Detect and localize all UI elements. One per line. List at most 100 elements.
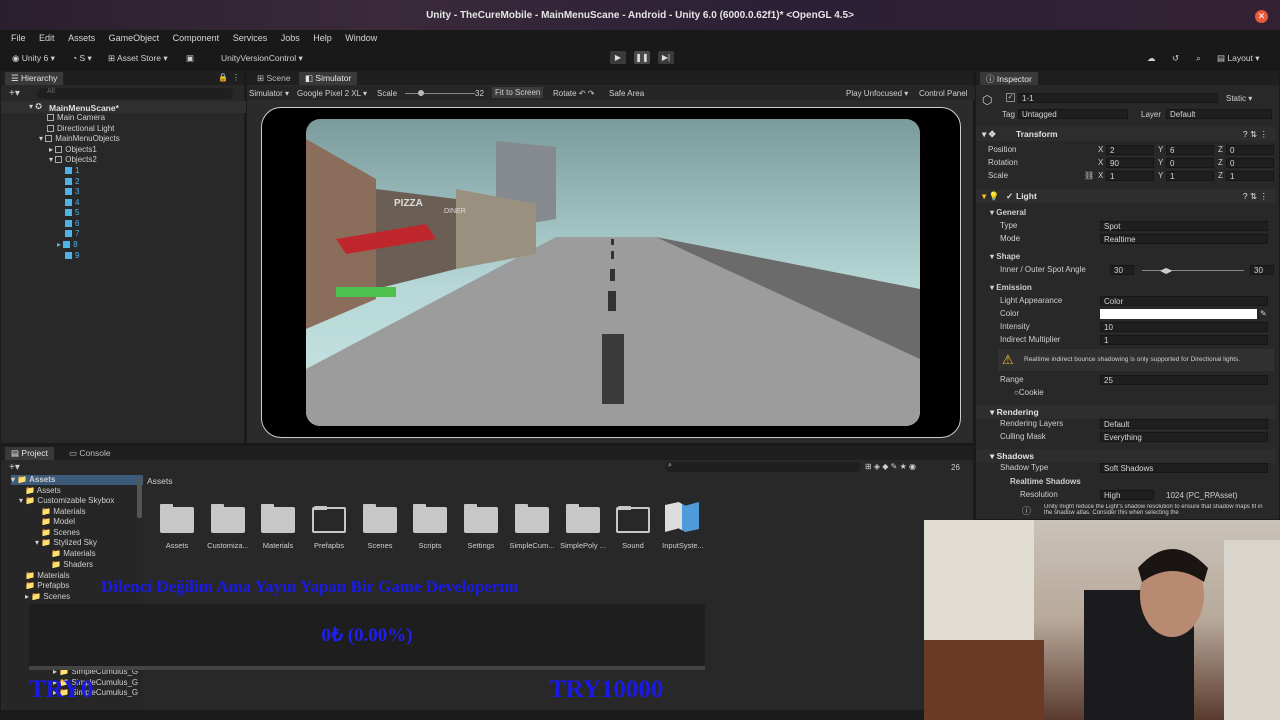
position-x-field[interactable]: 2: [1106, 145, 1154, 155]
breadcrumb[interactable]: Assets: [147, 476, 173, 486]
outer-angle-field[interactable]: 30: [1250, 265, 1274, 275]
search-icon[interactable]: ⌕: [1196, 53, 1201, 64]
scale-y-field[interactable]: 1: [1166, 171, 1214, 181]
menu-gameobject[interactable]: GameObject: [109, 33, 160, 43]
lock-icon[interactable]: 🔒: [218, 73, 228, 82]
tree-item[interactable]: 📁 Scenes: [41, 528, 80, 538]
tree-item[interactable]: ▾ 📁 Stylized Sky: [35, 538, 97, 548]
culling-dropdown[interactable]: Everything: [1100, 432, 1268, 442]
resolution-dropdown[interactable]: High: [1100, 490, 1154, 500]
play-button[interactable]: ▶: [610, 51, 626, 64]
hierarchy-item[interactable]: Directional Light: [47, 124, 114, 134]
range-field[interactable]: 25: [1100, 375, 1268, 385]
object-name-field[interactable]: 1-1: [1018, 93, 1218, 103]
layer-dropdown[interactable]: Default: [1166, 109, 1272, 119]
hierarchy-item[interactable]: 9: [65, 251, 79, 261]
hierarchy-item[interactable]: ▸ 8: [57, 240, 78, 250]
folder-icon[interactable]: [464, 504, 498, 533]
play-mode-dropdown[interactable]: Play Unfocused ▾: [846, 89, 908, 98]
rendering-section[interactable]: ▾ Rendering: [976, 405, 1276, 419]
mode-dropdown[interactable]: Realtime: [1100, 234, 1268, 244]
add-icon[interactable]: +▾: [9, 88, 20, 99]
angle-slider-handle[interactable]: ◀▶: [1160, 266, 1172, 275]
folder-icon[interactable]: [261, 504, 295, 533]
light-header[interactable]: ▾ 💡 ✓ Light ? ⇅ ⋮: [976, 189, 1276, 203]
folder-icon[interactable]: [515, 504, 549, 533]
menu-window[interactable]: Window: [345, 33, 377, 43]
static-toggle[interactable]: Static ▾: [1226, 94, 1252, 103]
hierarchy-item[interactable]: Main Camera: [47, 113, 105, 123]
rotation-y-field[interactable]: 0: [1166, 158, 1214, 168]
component-menu-icon[interactable]: ? ⇅ ⋮: [1243, 129, 1268, 140]
hierarchy-item[interactable]: 3: [65, 187, 79, 197]
tree-item[interactable]: 📁 Materials: [51, 549, 96, 559]
save-icon[interactable]: ▣: [186, 53, 194, 64]
active-checkbox[interactable]: ✓: [1006, 93, 1015, 102]
tab-console[interactable]: ▭ Console: [63, 447, 117, 460]
folder-icon[interactable]: [566, 504, 600, 533]
step-button[interactable]: ▶|: [658, 51, 674, 64]
shadows-section[interactable]: ▾ Shadows: [976, 449, 1276, 463]
folder-icon[interactable]: [211, 504, 245, 533]
folder-icon[interactable]: [160, 504, 194, 533]
cloud-icon[interactable]: ☁: [1147, 53, 1156, 64]
folder-icon[interactable]: [616, 506, 650, 533]
tab-hierarchy[interactable]: ☰ Hierarchy: [5, 72, 64, 85]
hierarchy-item[interactable]: 1: [65, 166, 79, 176]
tree-item[interactable]: ▾ 📁 Assets: [11, 475, 143, 485]
hierarchy-item[interactable]: 6: [65, 219, 79, 229]
tree-item[interactable]: 📁 Prefapbs: [25, 581, 69, 591]
menu-jobs[interactable]: Jobs: [281, 33, 300, 43]
hierarchy-item[interactable]: ▸ Objects1: [49, 145, 97, 155]
tree-item[interactable]: 📁 Model: [41, 517, 75, 527]
general-section[interactable]: ▾ General: [976, 208, 1276, 220]
scale-x-field[interactable]: 1: [1106, 171, 1154, 181]
tab-simulator[interactable]: ◧ Simulator: [299, 72, 358, 85]
rotation-z-field[interactable]: 0: [1226, 158, 1274, 168]
menu-component[interactable]: Component: [173, 33, 220, 43]
control-panel-button[interactable]: Control Panel: [919, 89, 967, 98]
angle-slider-track[interactable]: [1142, 270, 1244, 271]
menu-services[interactable]: Services: [233, 33, 268, 43]
device-dropdown[interactable]: Google Pixel 2 XL ▾: [297, 89, 367, 98]
device-mode-dropdown[interactable]: Simulator ▾: [249, 89, 289, 98]
tree-item[interactable]: ▸ 📁 Scenes: [25, 592, 70, 602]
transform-header[interactable]: ▾ ✥ Transform ? ⇅ ⋮: [976, 127, 1276, 141]
safe-area-toggle[interactable]: Safe Area: [609, 89, 644, 98]
folder-icon[interactable]: [363, 504, 397, 533]
hierarchy-item[interactable]: 4: [65, 198, 79, 208]
game-viewport[interactable]: PIZZA DINER: [306, 119, 920, 426]
shadow-type-dropdown[interactable]: Soft Shadows: [1100, 463, 1268, 473]
indirect-field[interactable]: 1: [1100, 335, 1268, 345]
menu-edit[interactable]: Edit: [39, 33, 55, 43]
version-control-button[interactable]: UnityVersionControl ▾: [221, 53, 303, 64]
input-system-icon[interactable]: [665, 502, 699, 532]
appearance-dropdown[interactable]: Color: [1100, 296, 1268, 306]
hierarchy-item[interactable]: 2: [65, 177, 79, 187]
light-enabled-checkbox[interactable]: ✓: [1006, 191, 1013, 202]
layout-dropdown[interactable]: ▤ Layout ▾: [1217, 53, 1260, 64]
scale-slider-track[interactable]: [405, 93, 475, 94]
tree-item[interactable]: 📁 Assets: [25, 486, 61, 496]
project-search-input[interactable]: ⌕: [665, 462, 861, 472]
eyedropper-icon[interactable]: ✎: [1260, 309, 1267, 318]
hierarchy-item[interactable]: 7: [65, 229, 79, 239]
scale-slider-handle[interactable]: [418, 90, 424, 96]
tab-project[interactable]: ▤ Project: [5, 447, 54, 460]
type-dropdown[interactable]: Spot: [1100, 221, 1268, 231]
position-y-field[interactable]: 6: [1166, 145, 1214, 155]
menu-assets[interactable]: Assets: [68, 33, 95, 43]
color-swatch[interactable]: [1100, 309, 1257, 319]
inner-angle-field[interactable]: 30: [1110, 265, 1134, 275]
rotation-x-field[interactable]: 90: [1106, 158, 1154, 168]
component-menu-icon[interactable]: ? ⇅ ⋮: [1243, 191, 1268, 202]
rotate-button[interactable]: Rotate ↶ ↷: [553, 89, 594, 98]
link-icon[interactable]: ⛓: [1084, 171, 1094, 180]
emission-section[interactable]: ▾ Emission: [976, 283, 1276, 295]
tab-inspector[interactable]: ⓘ Inspector: [980, 72, 1038, 85]
intensity-field[interactable]: 10: [1100, 322, 1268, 332]
tree-scrollbar[interactable]: [137, 478, 142, 518]
tree-item[interactable]: 📁 Materials: [41, 507, 86, 517]
tab-scene[interactable]: ⊞ Scene: [251, 72, 297, 85]
add-icon[interactable]: +▾: [9, 462, 20, 473]
